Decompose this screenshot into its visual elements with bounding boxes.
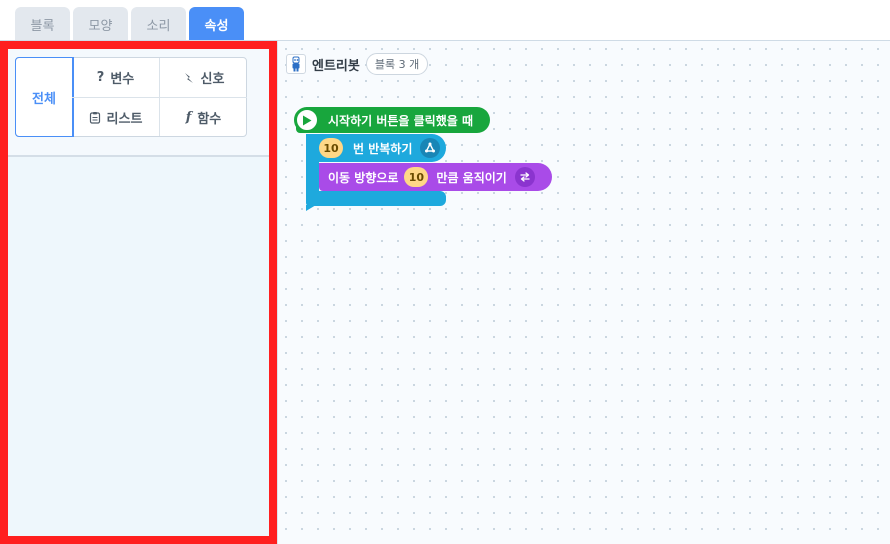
repeat-block-tip [306, 205, 316, 211]
category-function[interactable]: f 함수 [160, 98, 247, 137]
play-icon [294, 107, 320, 133]
function-icon: f [185, 110, 192, 125]
move-distance-input[interactable]: 10 [404, 167, 429, 187]
tab-shapes[interactable]: 모양 [73, 7, 128, 41]
properties-panel: 전체 ? 변수 신호 리스트 f 함수 [0, 41, 277, 544]
editor-tabs: 블록 모양 소리 속성 [15, 7, 244, 41]
category-selector: 전체 ? 변수 신호 리스트 f 함수 [15, 57, 247, 137]
object-header: 엔트리봇 블록 3 개 [286, 53, 429, 75]
start-block[interactable]: 시작하기 버튼을 클릭했을 때 [294, 107, 490, 133]
tab-properties[interactable]: 속성 [189, 7, 244, 41]
move-block[interactable]: 이동 방향으로 10 만큼 움직이기 [319, 163, 552, 191]
category-list-label: 리스트 [106, 112, 143, 127]
repeat-block-bottom [306, 191, 446, 206]
tab-sounds[interactable]: 소리 [131, 7, 186, 41]
category-signal[interactable]: 신호 [160, 58, 247, 97]
repeat-count-input[interactable]: 10 [319, 138, 343, 158]
repeat-block-arm [306, 161, 319, 193]
category-all[interactable]: 전체 [15, 57, 74, 137]
repeat-block[interactable]: 10 번 반복하기 [306, 134, 446, 162]
category-variable[interactable]: ? 변수 [72, 58, 159, 97]
clipboard-icon [89, 111, 101, 124]
category-list[interactable]: 리스트 [72, 98, 159, 137]
question-icon: ? [96, 70, 105, 85]
category-area: 전체 ? 변수 신호 리스트 f 함수 [8, 49, 269, 157]
category-all-label: 전체 [32, 91, 56, 107]
entrybot-icon [286, 54, 306, 74]
category-signal-label: 신호 [200, 72, 225, 87]
flow-icon [420, 138, 441, 158]
tab-blocks[interactable]: 블록 [15, 7, 70, 41]
move-icon [514, 167, 535, 187]
block-canvas[interactable]: 엔트리봇 블록 3 개 시작하기 버튼을 클릭했을 때 10 번 반복하기 이동… [277, 41, 890, 544]
workspace: 전체 ? 변수 신호 리스트 f 함수 엔트리봇 블록 3 개 시작하기 버튼을… [0, 40, 890, 544]
signal-icon [183, 72, 195, 84]
move-block-label-2: 만큼 움직이기 [436, 170, 507, 185]
block-count-badge: 블록 3 개 [365, 53, 429, 75]
repeat-block-label: 번 반복하기 [353, 141, 413, 156]
object-name: 엔트리봇 [312, 58, 360, 74]
category-function-label: 함수 [197, 112, 222, 127]
start-block-label: 시작하기 버튼을 클릭했을 때 [328, 113, 474, 128]
move-block-label-1: 이동 방향으로 [328, 170, 399, 185]
category-variable-label: 변수 [110, 72, 135, 87]
